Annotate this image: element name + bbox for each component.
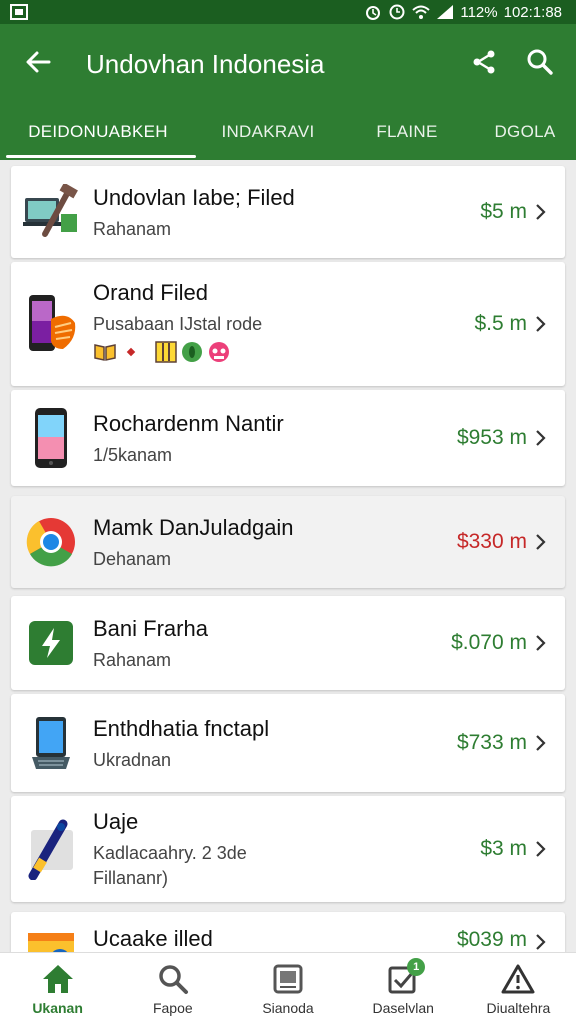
list-item[interactable]: Orand Filed Pusabaan IJstal rode $.5 m [11,262,565,386]
nav-alerts[interactable]: Diualtehra [461,953,576,1024]
status-time: 102:1:88 [503,3,562,21]
clock-icon [388,4,406,20]
nav-tasks[interactable]: 1 Daselvlan [346,953,461,1024]
wifi-icon [412,4,431,20]
tab-deidonuabkeh[interactable]: DEIDONUABKEH [0,104,196,160]
share-icon [471,49,497,80]
list-item[interactable]: Enthdhatia fnctapl Ukradnan $733 m [11,694,565,792]
notification-icon [10,4,28,20]
search-icon [155,962,191,996]
book-icon [93,342,117,367]
list-item[interactable]: Uaje Kadlacaahry. 2 3de Fillananr) $3 m [11,796,565,902]
item-name: Mamk DanJuladgain [93,514,294,540]
checkbox-icon: 1 [385,957,426,996]
item-subtitle: Rahanam [93,218,172,239]
item-list: Undovlan Iabe; Filed Rahanam $5 m Orand … [0,160,576,952]
item-price: $733 m [456,731,527,754]
tab-label: INDAKRAVI [221,122,315,141]
list-item[interactable]: Ucaake illed $039 m [11,912,565,952]
signal-icon [436,4,454,20]
item-name: Rochardenm Nantir [93,410,284,436]
chevron-right-icon [533,633,549,653]
item-subtitle: 1/5kanam [93,444,173,465]
chevron-right-icon [533,733,549,753]
list-item[interactable]: Rochardenm Nantir 1/5kanam $953 m [11,390,565,486]
robot-icon [207,341,231,368]
nav-search[interactable]: Fapoe [115,953,230,1024]
chevron-right-icon [533,428,549,448]
alarm-icon [364,4,382,20]
list-item[interactable]: Mamk DanJuladgain Dehanam $330 m [11,496,565,588]
arrow-back-icon [25,50,51,79]
search-button[interactable] [520,44,560,84]
tab-label: DEIDONUABKEH [28,122,168,141]
item-subtitle: Ukradnan [93,749,172,770]
nav-label: Sianoda [262,999,314,1016]
item-name: Uaje [93,809,139,834]
laptop-hammer-icon [23,184,79,240]
notification-badge: 1 [407,957,426,976]
phone-hand-icon [23,295,79,352]
chevron-right-icon [533,202,549,222]
chevron-right-icon [533,932,549,952]
battery-percent: 112% [460,3,498,21]
tablet-icon [23,715,79,771]
item-name: Undovlan Iabe; Filed [93,184,295,210]
tab-flaine[interactable]: FLAINE [340,104,474,160]
chevron-right-icon [533,839,549,859]
item-price: $330 m [456,530,527,553]
coin-icon [181,341,203,368]
item-name: Orand Filed [93,280,208,305]
item-subtitle: Rahanam [93,649,172,670]
search-icon [526,48,554,81]
nav-gallery[interactable]: Sianoda [230,953,345,1024]
nav-label: Diualtehra [486,999,551,1016]
item-price: $953 m [456,426,527,449]
gallery-icon [270,962,306,996]
item-subtitle-2: Fillananr) [93,868,169,888]
back-button[interactable] [18,44,58,84]
share-button[interactable] [464,44,504,84]
badge-row [93,341,474,368]
chevron-right-icon [533,532,549,552]
nav-label: Ukanan [32,999,83,1016]
nav-home[interactable]: Ukanan [0,953,115,1024]
bars-icon [155,341,177,368]
lightning-app-icon [23,615,79,671]
tab-label: DGOLA [494,122,556,141]
item-name: Bani Frarha [93,615,208,641]
item-subtitle: Pusabaan IJstal rode [93,314,263,334]
item-price: $5 m [480,200,527,223]
tab-label: FLAINE [376,122,438,141]
chevron-right-icon [533,314,549,334]
item-name: Ucaake illed [93,926,213,951]
tab-indicator [6,155,196,158]
app-bar: Undovhan Indonesia [0,24,576,104]
item-subtitle: Dehanam [93,548,172,569]
home-icon [40,962,76,996]
list-item[interactable]: Undovlan Iabe; Filed Rahanam $5 m [11,166,565,258]
tab-bar: DEIDONUABKEH INDAKRAVI FLAINE DGOLA [0,104,576,160]
tab-indakravi[interactable]: INDAKRAVI [196,104,340,160]
item-price: $039 m [456,928,527,951]
item-price: $3 m [480,837,527,860]
page-title: Undovhan Indonesia [86,48,325,79]
item-price: $.5 m [474,312,527,335]
bottom-navigation: Ukanan Fapoe Sianoda 1 Daselvlan Diualte… [0,952,576,1024]
warning-icon [500,962,536,996]
list-item[interactable]: Bani Frarha Rahanam $.070 m [11,596,565,690]
tab-dgola[interactable]: DGOLA [474,104,576,160]
nav-label: Fapoe [152,999,193,1016]
status-bar: 112% 102:1:88 [0,0,576,24]
box-icon [23,926,79,952]
dot-icon [121,342,141,367]
item-price: $.070 m [451,631,527,654]
stylus-icon [23,819,79,880]
smartphone-icon [23,408,79,468]
nav-label: Daselvlan [372,999,434,1016]
chrome-icon [23,514,79,570]
item-name: Enthdhatia fnctapl [93,715,270,741]
item-subtitle: Kadlacaahry. 2 3de [93,843,247,863]
